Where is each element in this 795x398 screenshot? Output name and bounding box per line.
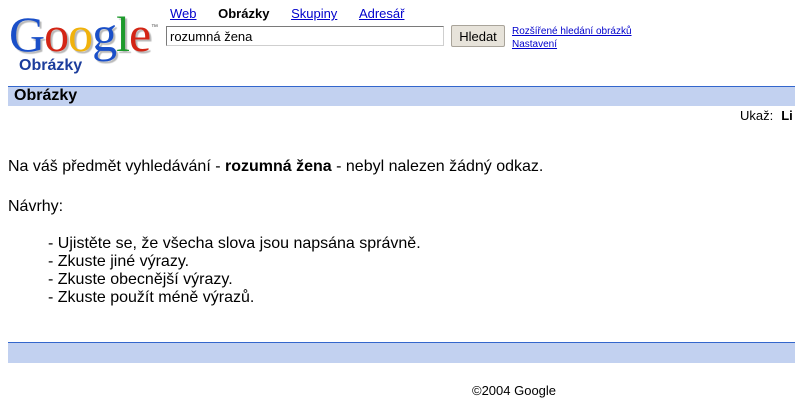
logo-subtitle: Obrázky (19, 57, 83, 74)
trademark-mark: ™ (151, 24, 158, 31)
show-filter: Ukaž: Li (740, 108, 793, 123)
search-input[interactable] (166, 26, 444, 46)
suggestion-item: - Zkuste použít méně výrazů. (48, 289, 255, 306)
search-button[interactable]: Hledat (451, 25, 505, 47)
results-title: Obrázky (14, 87, 78, 104)
tab-images: Obrázky (218, 6, 270, 21)
logo-wordmark: Google (9, 6, 151, 62)
show-filter-label: Ukaž: (740, 108, 774, 123)
advanced-image-search-link[interactable]: Rozšířené hledání obrázků (512, 25, 632, 38)
search-options: Rozšířené hledání obrázků Nastavení (512, 25, 632, 51)
no-results-text: Na váš předmět vyhledávání - rozumná žen… (8, 158, 544, 175)
search-tabs: Web Obrázky Skupiny Adresář (170, 6, 422, 21)
copyright: ©2004 Google (472, 383, 557, 398)
no-results-message: Na váš předmět vyhledávání - rozumná žen… (8, 158, 544, 306)
suggestion-item: - Ujistěte se, že všecha slova jsou naps… (48, 235, 421, 252)
show-filter-value[interactable]: Li (781, 108, 793, 123)
suggestions-label: Návrhy: (8, 198, 64, 215)
query-highlight: rozumná žena (225, 158, 332, 175)
bottom-bar (8, 342, 795, 363)
tab-groups[interactable]: Skupiny (291, 6, 337, 21)
settings-link[interactable]: Nastavení (512, 38, 632, 51)
tab-web[interactable]: Web (170, 6, 197, 21)
suggestion-item: - Zkuste jiné výrazy. (48, 253, 190, 270)
google-logo[interactable]: Google ™ Obrázky (9, 6, 159, 78)
suggestions-list: - Ujistěte se, že všecha slova jsou naps… (48, 235, 421, 307)
suggestion-item: - Zkuste obecnější výrazy. (48, 271, 233, 288)
results-title-bar: Obrázky (8, 86, 795, 106)
tab-directory[interactable]: Adresář (359, 6, 405, 21)
